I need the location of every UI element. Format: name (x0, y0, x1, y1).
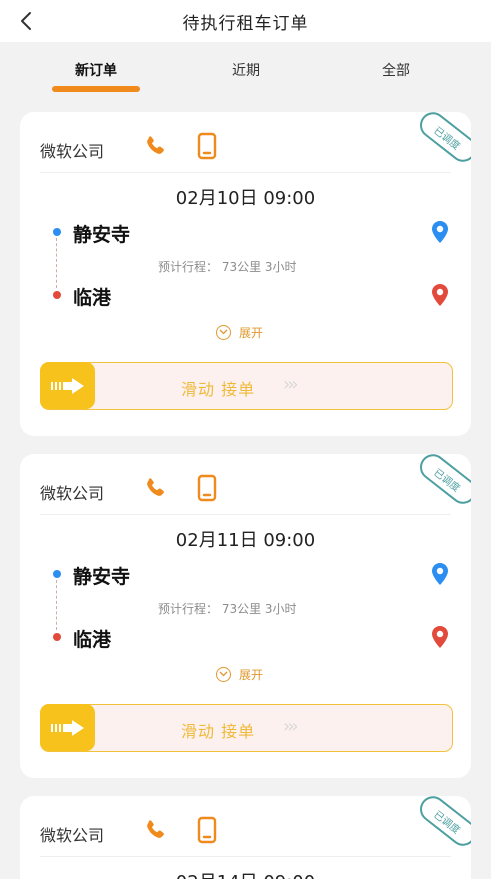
dispatched-stamp: 已调度 (414, 796, 471, 851)
dispatched-stamp: 已调度 (414, 454, 471, 509)
arrow-right-icon (50, 719, 84, 736)
order-card[interactable]: 微软公司 已调度 02月11日 09:00 静安寺 预计行程： 73公里 3小时… (20, 454, 471, 778)
start-dot (53, 228, 61, 236)
end-dot (53, 291, 61, 299)
expand-label: 展开 (239, 667, 264, 682)
tab-recent[interactable]: 近期 (232, 60, 260, 80)
app-header: 待执行租车订单 (0, 0, 491, 42)
trip-estimate: 预计行程： 73公里 3小时 (158, 602, 297, 616)
route-line (56, 238, 57, 288)
slider-label: 滑动 接单 (181, 722, 256, 741)
chevrons-right-icon: ››› (283, 716, 299, 737)
route-line (56, 580, 57, 630)
end-dot (53, 633, 61, 641)
slide-to-accept[interactable]: 滑动 接单 ››› (40, 704, 453, 752)
end-location: 临港 (73, 287, 112, 309)
expand-button[interactable]: 展开 (216, 664, 263, 684)
start-dot (53, 570, 61, 578)
divider (40, 856, 451, 857)
mobile-phone-icon[interactable] (195, 132, 219, 160)
dispatched-stamp: 已调度 (414, 112, 471, 167)
end-location: 临港 (73, 629, 112, 651)
page-title: 待执行租车订单 (182, 13, 309, 34)
phone-icon[interactable] (142, 817, 168, 843)
company-name: 微软公司 (40, 826, 105, 845)
slider-label: 滑动 接单 (181, 380, 256, 399)
start-location-pin-icon[interactable] (430, 562, 450, 586)
back-button[interactable] (12, 7, 40, 35)
start-location: 静安寺 (73, 566, 131, 588)
slider-handle[interactable] (40, 362, 95, 409)
order-card[interactable]: 微软公司 已调度 02月14日 09:00 (20, 796, 471, 879)
start-location-pin-icon[interactable] (430, 220, 450, 244)
arrow-right-icon (50, 377, 84, 394)
start-location: 静安寺 (73, 224, 131, 246)
expand-label: 展开 (239, 325, 264, 340)
slider-handle[interactable] (40, 704, 95, 751)
phone-icon[interactable] (142, 475, 168, 501)
mobile-phone-icon[interactable] (195, 474, 219, 502)
tab-bar: 新订单 近期 全部 (0, 42, 491, 96)
divider (40, 172, 451, 173)
active-tab-indicator (52, 86, 140, 92)
end-location-pin-icon[interactable] (430, 283, 450, 307)
trip-estimate: 预计行程： 73公里 3小时 (158, 260, 297, 274)
order-datetime: 02月10日 09:00 (175, 188, 316, 209)
divider (40, 514, 451, 515)
order-datetime: 02月14日 09:00 (20, 868, 471, 879)
mobile-phone-icon[interactable] (195, 816, 219, 844)
slide-to-accept[interactable]: 滑动 接单 ››› (40, 362, 453, 410)
tab-all[interactable]: 全部 (382, 60, 410, 80)
order-card[interactable]: 微软公司 已调度 02月10日 09:00 静安寺 预计行程： 73公里 3小时… (20, 112, 471, 436)
company-name: 微软公司 (40, 484, 105, 503)
phone-icon[interactable] (142, 133, 168, 159)
chevron-down-icon (216, 666, 231, 682)
end-location-pin-icon[interactable] (430, 625, 450, 649)
tab-new-orders[interactable]: 新订单 (75, 60, 117, 80)
order-datetime: 02月11日 09:00 (175, 530, 316, 551)
chevron-down-icon (216, 324, 231, 340)
company-name: 微软公司 (40, 142, 105, 161)
chevron-left-icon (21, 12, 31, 30)
chevrons-right-icon: ››› (283, 374, 299, 395)
expand-button[interactable]: 展开 (216, 322, 263, 342)
